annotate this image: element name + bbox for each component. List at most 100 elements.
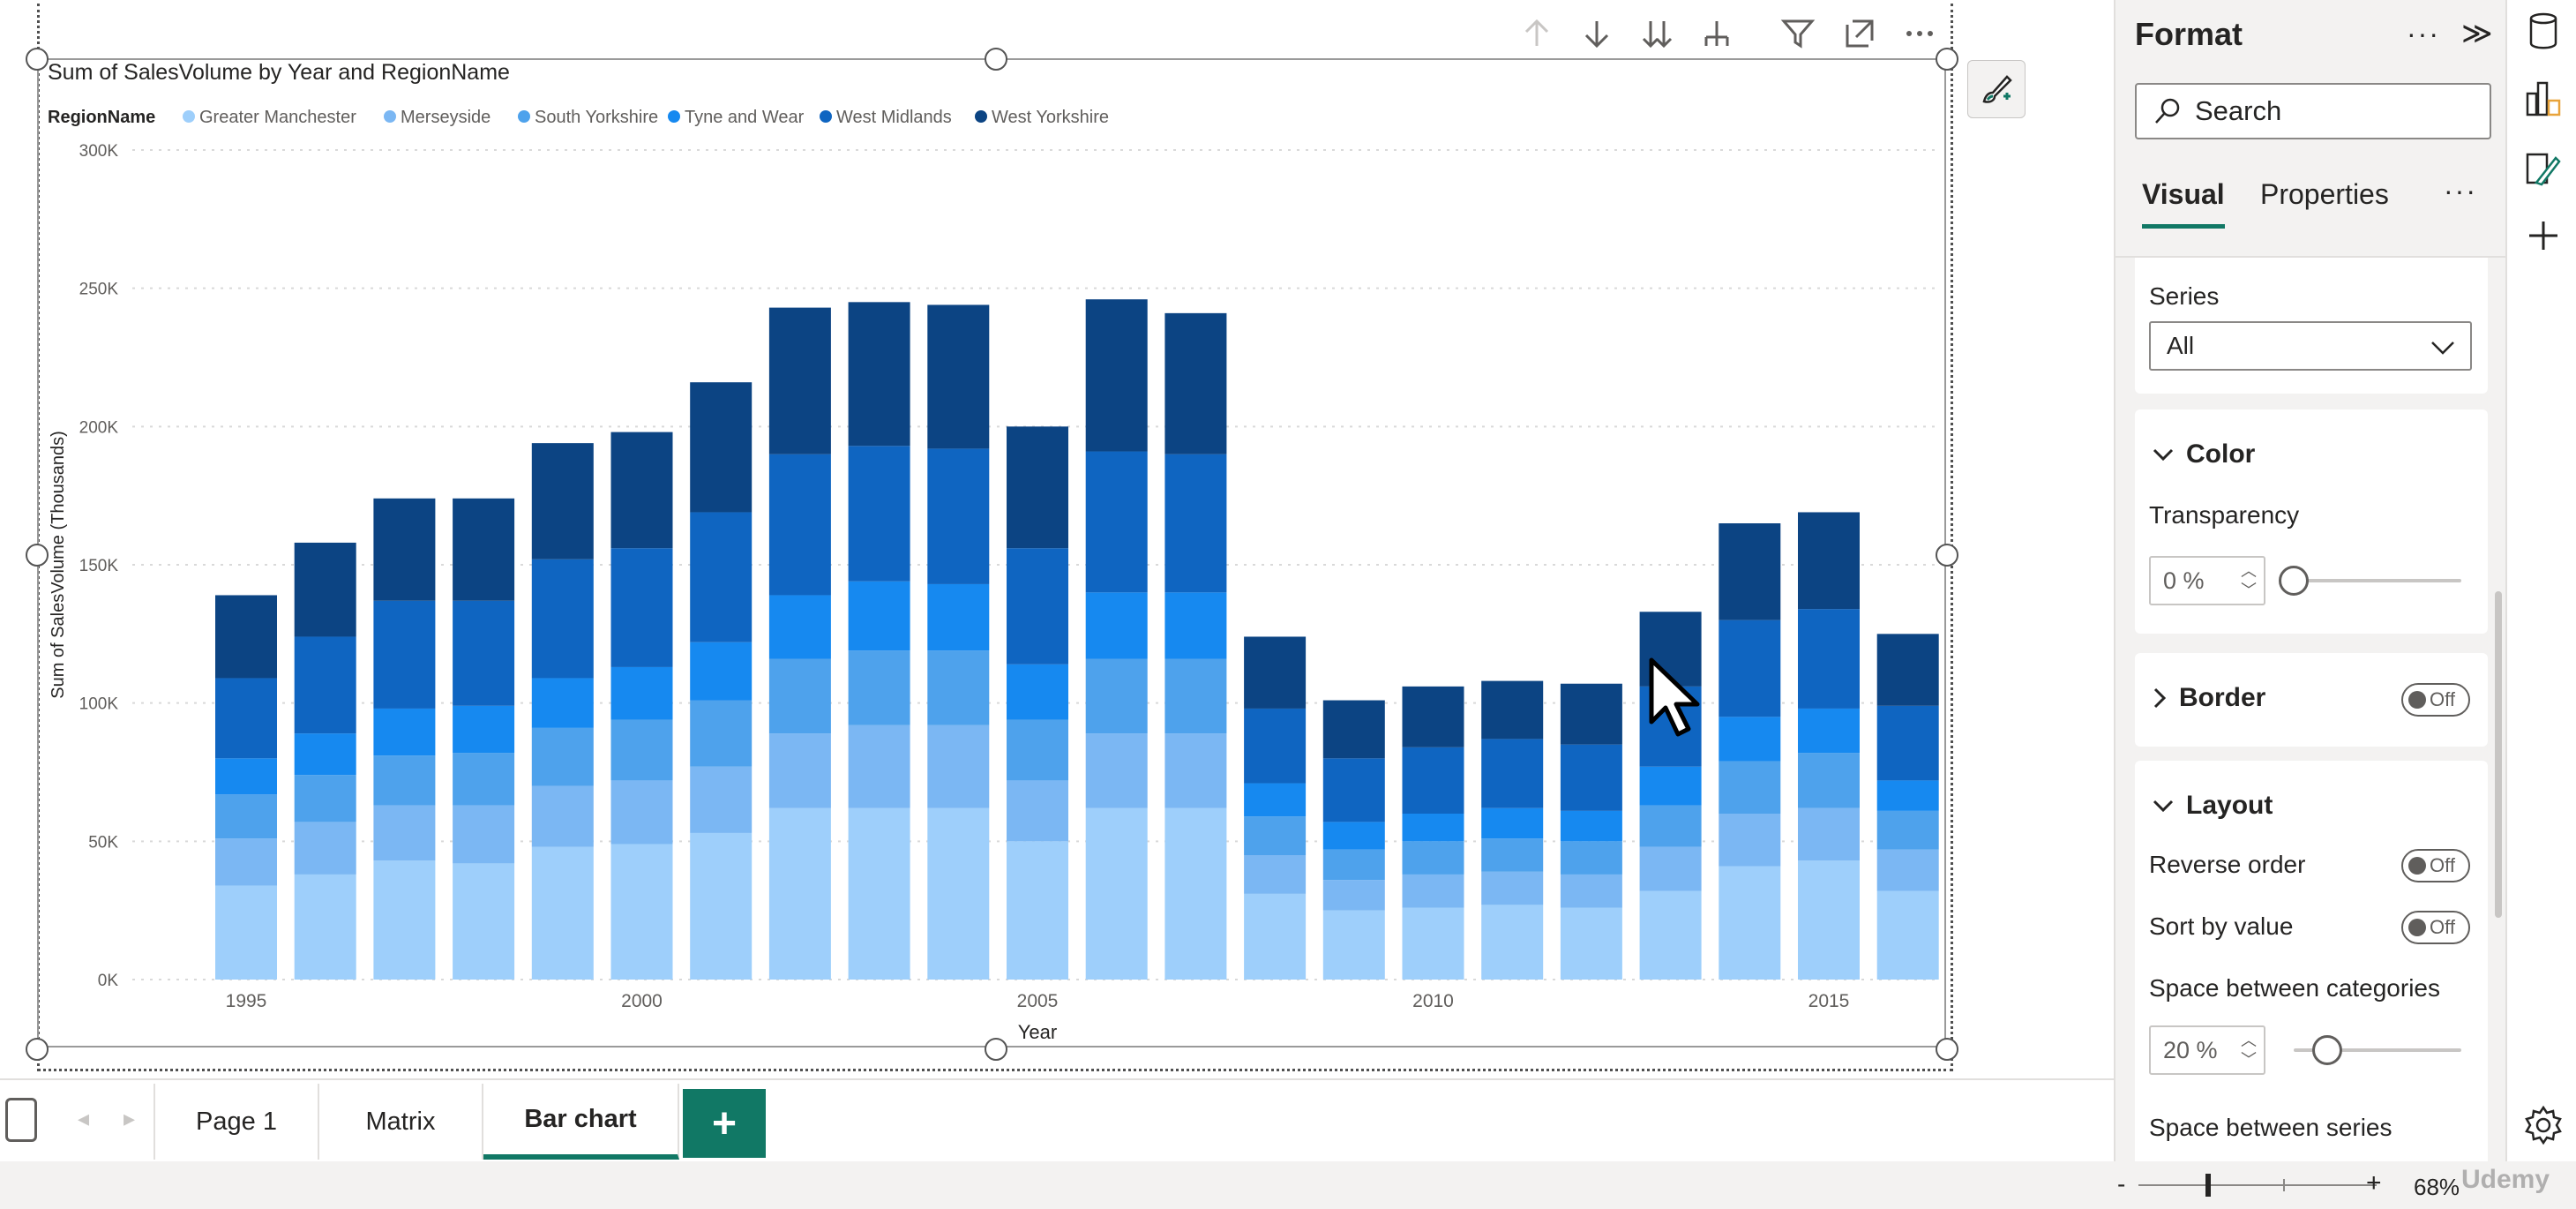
legend-item[interactable]: Merseyside (401, 108, 490, 127)
bar-segment[interactable] (848, 581, 910, 651)
series-dropdown[interactable]: All (2149, 321, 2472, 371)
bar-segment[interactable] (531, 443, 594, 559)
search-input[interactable] (2195, 95, 2477, 127)
bar-segment[interactable] (1244, 636, 1307, 709)
bar-segment[interactable] (1876, 634, 1939, 706)
bar-segment[interactable] (1164, 658, 1227, 734)
bar-segment[interactable] (927, 583, 990, 651)
bar-segment[interactable] (1798, 609, 1860, 709)
bar-segment[interactable] (768, 595, 831, 659)
bar-segment[interactable] (1085, 733, 1148, 808)
bar-segment[interactable] (1244, 708, 1307, 784)
bar-segment[interactable] (453, 753, 515, 806)
bar-segment[interactable] (1719, 620, 1781, 717)
tabs-more-icon[interactable]: ··· (2444, 175, 2477, 207)
bar-segment[interactable] (1560, 874, 1622, 908)
bar-segment[interactable] (848, 446, 910, 582)
bar-segment[interactable] (610, 666, 673, 720)
bar-segment[interactable] (1085, 658, 1148, 734)
bar-segment[interactable] (1007, 719, 1068, 781)
bar-segment[interactable] (1876, 849, 1939, 891)
pane-scrollbar[interactable] (2495, 591, 2502, 918)
bar-segment[interactable] (1719, 717, 1781, 762)
bar-segment[interactable] (1007, 780, 1068, 842)
transparency-input[interactable]: 0 % ︿ ﹀ (2149, 556, 2265, 605)
bar-segment[interactable] (1007, 426, 1068, 549)
bar-segment[interactable] (1322, 700, 1385, 759)
bar-segment[interactable] (1322, 822, 1385, 850)
bar-segment[interactable] (690, 766, 753, 833)
build-visual-icon[interactable] (2520, 74, 2567, 122)
bar-segment[interactable] (294, 636, 356, 734)
bar-segment[interactable] (531, 678, 594, 728)
bar-segment[interactable] (215, 838, 277, 886)
transparency-slider-track[interactable] (2294, 579, 2461, 582)
bar-segment[interactable] (453, 705, 515, 754)
bar-segment[interactable] (927, 807, 990, 980)
bar-segment[interactable] (690, 832, 753, 980)
bar-segment[interactable] (1164, 733, 1227, 808)
border-card-header[interactable]: Border (2153, 683, 2265, 713)
data-pane-icon[interactable] (2520, 7, 2567, 55)
bar-segment[interactable] (215, 595, 277, 679)
bar-segment[interactable] (1402, 874, 1464, 908)
bar-segment[interactable] (1481, 905, 1544, 980)
prev-page-icon[interactable]: ◂ (78, 1105, 89, 1132)
next-page-icon[interactable]: ▸ (124, 1105, 135, 1132)
bar-segment[interactable] (1560, 744, 1622, 811)
bar-segment[interactable] (768, 807, 831, 980)
layout-card-header[interactable]: Layout (2153, 791, 2273, 821)
bar-segment[interactable] (1481, 680, 1544, 740)
search-box[interactable] (2135, 83, 2491, 139)
bar-segment[interactable] (1402, 841, 1464, 875)
tab-visual[interactable]: Visual (2142, 178, 2225, 211)
space-categories-input[interactable]: 20 % ︿ ﹀ (2149, 1025, 2265, 1075)
bar-segment[interactable] (1798, 807, 1860, 861)
bar-segment[interactable] (373, 805, 436, 861)
bar-segment[interactable] (927, 304, 990, 449)
bar-segment[interactable] (1719, 866, 1781, 980)
bar-segment[interactable] (373, 600, 436, 709)
bar-segment[interactable] (1244, 783, 1307, 817)
bar-segment[interactable] (215, 885, 277, 980)
tab-matrix[interactable]: Matrix (319, 1084, 483, 1160)
bar-segment[interactable] (690, 382, 753, 513)
bar-segment[interactable] (1402, 814, 1464, 842)
settings-gear-icon[interactable] (2520, 1101, 2567, 1149)
bar-segment[interactable] (1085, 451, 1148, 593)
bar-segment[interactable] (848, 807, 910, 980)
bar-segment[interactable] (531, 727, 594, 786)
bar-segment[interactable] (1085, 807, 1148, 980)
bar-segment[interactable] (373, 708, 436, 756)
bar-segment[interactable] (1876, 705, 1939, 781)
bar-segment[interactable] (610, 844, 673, 980)
bar-segment[interactable] (373, 755, 436, 806)
bar-segment[interactable] (1639, 890, 1702, 980)
bar-segment[interactable] (1560, 841, 1622, 875)
collapse-pane-icon[interactable]: ≫ (2461, 16, 2493, 51)
bar-segment[interactable] (1164, 454, 1227, 593)
bar-segment[interactable] (1481, 807, 1544, 839)
zoom-slider-track[interactable] (2138, 1184, 2377, 1186)
bar-segment[interactable] (1560, 683, 1622, 745)
stepper-arrows-icon[interactable]: ︿ ﹀ (2241, 561, 2257, 600)
format-visual-button[interactable] (1967, 60, 2026, 118)
zoom-level[interactable]: 68% (2414, 1174, 2460, 1201)
pane-more-icon[interactable]: ··· (2407, 18, 2440, 50)
bar-segment[interactable] (1639, 805, 1702, 847)
bar-segment[interactable] (1322, 910, 1385, 980)
space-categories-slider-thumb[interactable] (2312, 1035, 2342, 1065)
bar-segment[interactable] (848, 302, 910, 447)
zoom-out-button[interactable]: - (2117, 1170, 2125, 1198)
bar-segment[interactable] (531, 846, 594, 980)
bar-segment[interactable] (1244, 893, 1307, 980)
legend-item[interactable]: West Midlands (836, 108, 952, 127)
bar-segment[interactable] (453, 498, 515, 601)
bar-segment[interactable] (610, 780, 673, 845)
bar-segment[interactable] (1798, 860, 1860, 980)
bar-segment[interactable] (610, 719, 673, 781)
bar-segment[interactable] (1481, 838, 1544, 872)
color-card-header[interactable]: Color (2153, 439, 2255, 469)
bar-segment[interactable] (927, 650, 990, 725)
bar-segment[interactable] (1481, 739, 1544, 808)
